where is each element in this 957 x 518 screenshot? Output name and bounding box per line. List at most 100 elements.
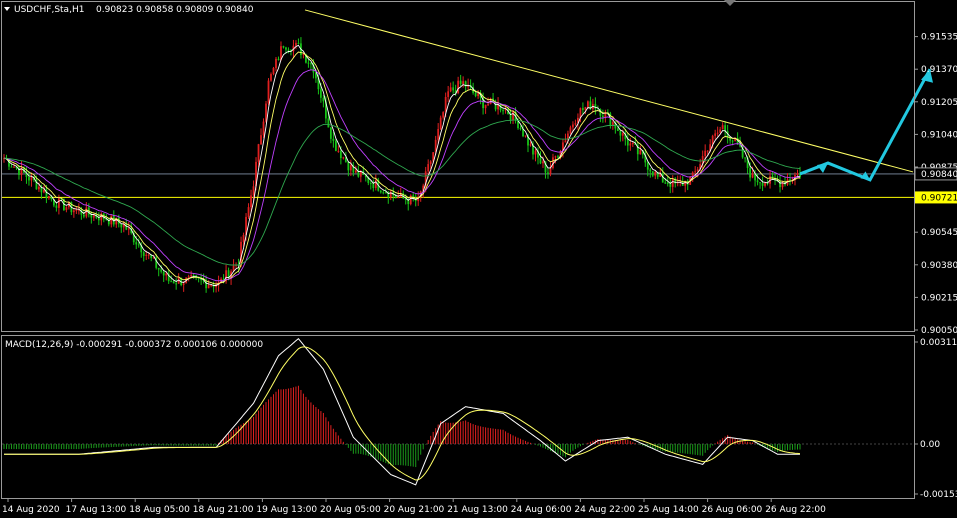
candle-body xyxy=(447,91,450,97)
candle-body xyxy=(349,165,352,171)
candle-body xyxy=(379,190,382,193)
candle-body xyxy=(764,182,766,186)
candle-body xyxy=(175,283,178,285)
candle-body xyxy=(487,104,489,106)
candle-body xyxy=(267,80,270,104)
candle-body xyxy=(749,168,751,178)
candle-body xyxy=(621,132,624,136)
candle-body xyxy=(502,110,504,112)
candle-body xyxy=(275,58,277,68)
candle-body xyxy=(626,139,629,146)
candle-body xyxy=(162,271,165,276)
time-tick-label: 26 Aug 22:00 xyxy=(765,505,826,515)
candle-body xyxy=(582,108,584,110)
candle-body xyxy=(157,267,160,270)
candle-body xyxy=(639,150,642,155)
time-tick-label: 14 Aug 2020 xyxy=(2,505,60,515)
candle-body xyxy=(147,254,150,256)
candle-body xyxy=(452,87,455,91)
candle-body xyxy=(48,195,50,199)
candle-body xyxy=(444,96,447,113)
time-tick-label: 20 Aug 05:00 xyxy=(320,505,381,515)
price-tick-label: 0.90050 xyxy=(921,326,957,336)
candle-body xyxy=(761,182,764,186)
candle-body xyxy=(477,93,480,97)
candle-body xyxy=(572,124,574,128)
candle-body xyxy=(666,182,669,184)
candle-body xyxy=(334,140,337,151)
candle-body xyxy=(574,123,577,125)
candle-body xyxy=(586,101,589,108)
candle-body xyxy=(187,276,190,278)
candle-body xyxy=(329,127,332,139)
candle-body xyxy=(172,281,175,284)
time-tick-label: 18 Aug 05:00 xyxy=(129,505,190,515)
candle-body xyxy=(262,121,265,136)
ohlc-readout: 0.90823 0.90858 0.90809 0.90840 xyxy=(96,5,254,15)
candle-body xyxy=(182,283,185,285)
candle-body xyxy=(307,62,310,64)
candle-body xyxy=(322,97,325,102)
candle-body xyxy=(339,150,342,159)
candle-body xyxy=(38,186,40,190)
candle-body xyxy=(671,178,674,187)
candle-body xyxy=(55,205,58,208)
candle-body xyxy=(524,135,527,137)
candle-body xyxy=(13,166,15,168)
candle-body xyxy=(165,273,168,276)
time-tick-label: 24 Aug 22:00 xyxy=(574,505,635,515)
chart-canvas: USDCHF,Sta,H1 0.90823 0.90858 0.90809 0.… xyxy=(0,0,957,518)
candle-body xyxy=(207,285,210,289)
candle-body xyxy=(459,80,462,85)
candle-body xyxy=(327,118,330,128)
candle-body xyxy=(721,125,724,130)
candle-body xyxy=(382,192,385,194)
time-tick-label: 17 Aug 13:00 xyxy=(66,505,127,515)
time-tick-label: 18 Aug 21:00 xyxy=(193,505,254,515)
candle-body xyxy=(75,209,78,211)
candle-body xyxy=(629,143,632,146)
candle-body xyxy=(484,104,487,109)
candle-body xyxy=(127,228,130,230)
time-tick-label: 25 Aug 14:00 xyxy=(638,505,699,515)
macd-label: MACD(12,26,9) -0.000291 -0.000372 0.0001… xyxy=(5,340,263,350)
candle-body xyxy=(474,92,477,97)
candle-body xyxy=(694,171,697,173)
candle-body xyxy=(554,156,557,158)
candle-body xyxy=(110,215,113,225)
candle-body xyxy=(547,172,549,174)
candle-body xyxy=(534,150,537,155)
candle-body xyxy=(542,161,544,164)
candle-body xyxy=(250,195,252,208)
candle-body xyxy=(584,107,587,110)
candle-body xyxy=(190,275,193,277)
candle-body xyxy=(509,114,512,121)
candle-body xyxy=(282,46,285,48)
candle-body xyxy=(714,133,717,136)
candle-body xyxy=(347,161,350,171)
symbol-title: USDCHF,Sta,H1 xyxy=(14,5,84,15)
candle-body xyxy=(616,128,619,131)
candle-body xyxy=(649,169,652,172)
candle-body xyxy=(342,157,345,159)
candle-body xyxy=(337,150,340,152)
price-tick-label: 0.90545 xyxy=(921,228,957,238)
price-tick-label: 0.90380 xyxy=(921,261,957,271)
candle-body xyxy=(332,138,335,141)
candle-body xyxy=(664,182,667,184)
candle-body xyxy=(72,210,75,213)
candle-body xyxy=(65,207,68,211)
candle-body xyxy=(369,182,372,184)
candle-body xyxy=(529,144,532,146)
candle-body xyxy=(170,281,173,283)
candle-body xyxy=(729,137,732,141)
candle-body xyxy=(302,54,305,56)
candle-body xyxy=(724,125,727,132)
price-tick-label: 0.91205 xyxy=(921,98,957,108)
candle-body xyxy=(28,176,30,181)
candle-body xyxy=(706,150,709,152)
support-price-label: 0.90721 xyxy=(921,193,957,203)
current-price-label: 0.90840 xyxy=(921,170,957,180)
candle-body xyxy=(539,157,542,164)
candle-body xyxy=(384,192,387,194)
